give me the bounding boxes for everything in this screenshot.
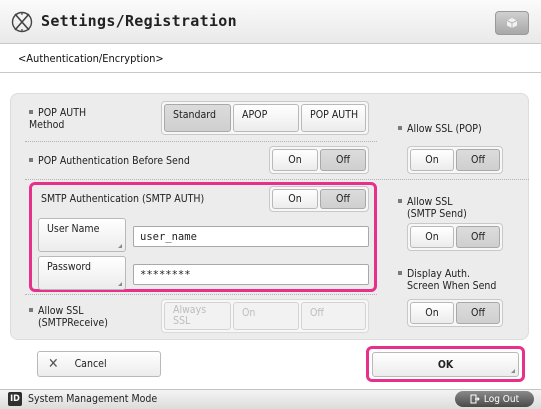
password-button[interactable]: Password [38, 256, 126, 290]
pop-auth-apop-button[interactable]: APOP [233, 104, 299, 132]
smtp-auth-label: SMTP Authentication (SMTP AUTH) [41, 193, 205, 205]
divider [25, 141, 377, 142]
cube-icon [506, 18, 518, 28]
bullet-icon [398, 199, 402, 203]
pop-auth-standard-button[interactable]: Standard [164, 104, 231, 132]
divider [25, 294, 377, 295]
bullet-icon [29, 110, 33, 114]
user-name-field[interactable]: user_name [133, 226, 369, 247]
allow-ssl-always-ssl-button[interactable]: Always SSL [164, 302, 231, 330]
display-auth-screen-on-button[interactable]: On [410, 302, 454, 324]
allow-ssl-smtp-send-off-button[interactable]: Off [456, 226, 500, 248]
smtp-auth-on-button[interactable]: On [272, 189, 318, 209]
allow-ssl-smtp-send-on-button[interactable]: On [410, 226, 454, 248]
user-name-button[interactable]: User Name [38, 218, 126, 252]
bullet-icon [398, 271, 402, 275]
settings-icon [10, 11, 34, 33]
bullet-icon [29, 308, 33, 312]
pop-auth-pop-auth-button[interactable]: POP AUTH [301, 104, 366, 132]
cancel-button[interactable]: ✕ Cancel [37, 351, 161, 377]
ok-button[interactable]: OK [372, 352, 519, 377]
display-auth-screen-label: Display Auth. Screen When Send [398, 268, 496, 292]
help-button[interactable] [495, 11, 529, 35]
pop-before-send-off-button[interactable]: Off [320, 149, 366, 171]
allow-ssl-receive-off-button[interactable]: Off [301, 302, 366, 330]
corner-arrow-icon [118, 282, 122, 286]
allow-ssl-pop-label: Allow SSL (POP) [398, 123, 482, 135]
pop-auth-method-label: POP AUTH Method [29, 107, 87, 131]
password-field[interactable]: ******** [133, 264, 369, 285]
corner-arrow-icon [118, 244, 122, 248]
allow-ssl-receive-on-button[interactable]: On [233, 302, 299, 330]
close-icon: ✕ [48, 356, 59, 372]
corner-arrow-icon [511, 369, 515, 373]
display-auth-screen-off-button[interactable]: Off [456, 302, 500, 324]
divider [25, 179, 529, 180]
divider [0, 72, 541, 73]
logout-icon [470, 394, 480, 404]
id-card-icon: ID [8, 392, 22, 406]
section-title: <Authentication/Encryption> [18, 52, 164, 65]
bullet-icon [398, 126, 402, 130]
smtp-auth-off-button[interactable]: Off [320, 189, 366, 209]
mode-label: System Management Mode [28, 393, 158, 405]
allow-ssl-pop-off-button[interactable]: Off [456, 149, 500, 171]
allow-ssl-smtp-send-label: Allow SSL (SMTP Send) [398, 196, 467, 220]
allow-ssl-smtp-receive-label: Allow SSL (SMTPReceive) [29, 305, 108, 329]
allow-ssl-pop-on-button[interactable]: On [410, 149, 454, 171]
bullet-icon [29, 158, 33, 162]
logout-button[interactable]: Log Out [455, 391, 534, 407]
page-title: Settings/Registration [41, 12, 237, 30]
pop-before-send-on-button[interactable]: On [272, 149, 318, 171]
pop-before-send-label: POP Authentication Before Send [29, 155, 190, 167]
